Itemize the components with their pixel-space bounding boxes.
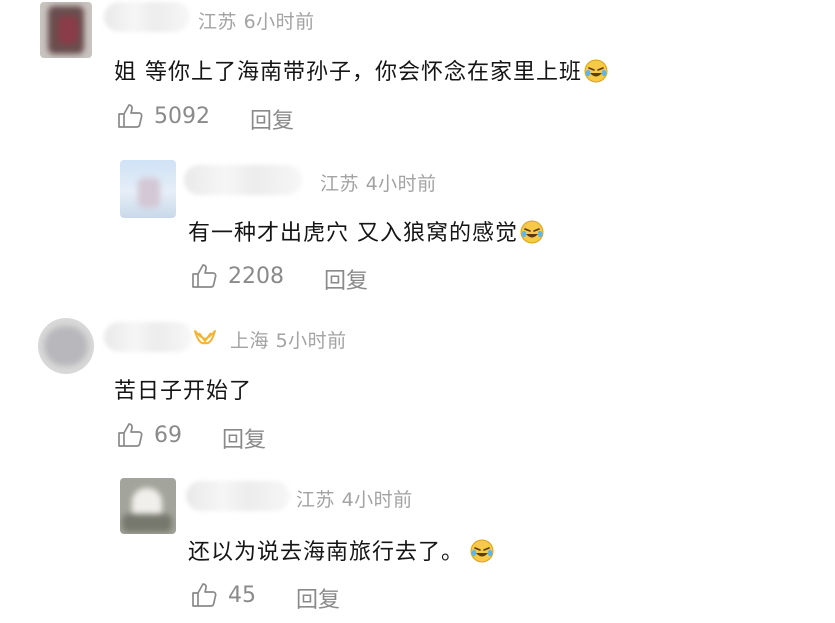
comment-text: 苦日子开始了 bbox=[114, 379, 253, 404]
reply-button[interactable]: 回复 bbox=[296, 582, 340, 614]
thumbs-up-icon bbox=[192, 264, 217, 288]
location: 江苏 bbox=[296, 489, 336, 511]
location: 江苏 bbox=[320, 173, 360, 195]
laughing-tears-emoji bbox=[470, 539, 494, 563]
thumbs-up-icon bbox=[118, 104, 143, 128]
like-button[interactable]: 5092 bbox=[116, 102, 210, 130]
like-button[interactable]: 45 bbox=[190, 581, 256, 609]
thumbs-up-icon bbox=[118, 423, 143, 447]
like-button[interactable]: 2208 bbox=[190, 262, 284, 290]
comment-meta: 江苏 6小时前 bbox=[198, 7, 315, 34]
reply-text: 有一种才出虎穴 又入狼窝的感觉 bbox=[188, 215, 544, 247]
like-count: 5092 bbox=[154, 103, 210, 129]
like-count: 69 bbox=[154, 422, 182, 448]
avatar[interactable] bbox=[120, 478, 176, 534]
timestamp: 4小时前 bbox=[365, 173, 437, 195]
like-count: 2208 bbox=[228, 263, 284, 289]
username[interactable] bbox=[104, 2, 190, 32]
like-button[interactable]: 69 bbox=[116, 421, 182, 449]
reply-button[interactable]: 回复 bbox=[324, 263, 368, 295]
laughing-tears-emoji bbox=[584, 59, 608, 83]
thumbs-up-icon bbox=[192, 583, 217, 607]
like-count: 45 bbox=[228, 582, 256, 608]
comment-text: 姐 等你上了海南带孙子，你会怀念在家里上班 bbox=[114, 54, 608, 86]
vip-icon bbox=[193, 327, 217, 353]
location: 上海 bbox=[230, 330, 270, 352]
avatar[interactable] bbox=[38, 318, 94, 374]
timestamp: 4小时前 bbox=[341, 489, 413, 511]
comment-meta: 江苏 4小时前 bbox=[320, 169, 437, 196]
laughing-tears-emoji bbox=[520, 220, 544, 244]
avatar[interactable] bbox=[120, 160, 176, 218]
reply-text: 还以为说去海南旅行去了。 bbox=[188, 534, 494, 566]
reply-button[interactable]: 回复 bbox=[222, 422, 266, 454]
location: 江苏 bbox=[198, 11, 238, 33]
timestamp: 5小时前 bbox=[275, 330, 347, 352]
reply-button[interactable]: 回复 bbox=[250, 103, 294, 135]
username[interactable] bbox=[184, 165, 302, 195]
avatar[interactable] bbox=[40, 2, 92, 58]
timestamp: 6小时前 bbox=[243, 11, 315, 33]
username[interactable] bbox=[186, 481, 290, 511]
comment-meta: 上海 5小时前 bbox=[230, 326, 347, 353]
comment-meta: 江苏 4小时前 bbox=[296, 485, 413, 512]
username[interactable] bbox=[104, 322, 192, 352]
